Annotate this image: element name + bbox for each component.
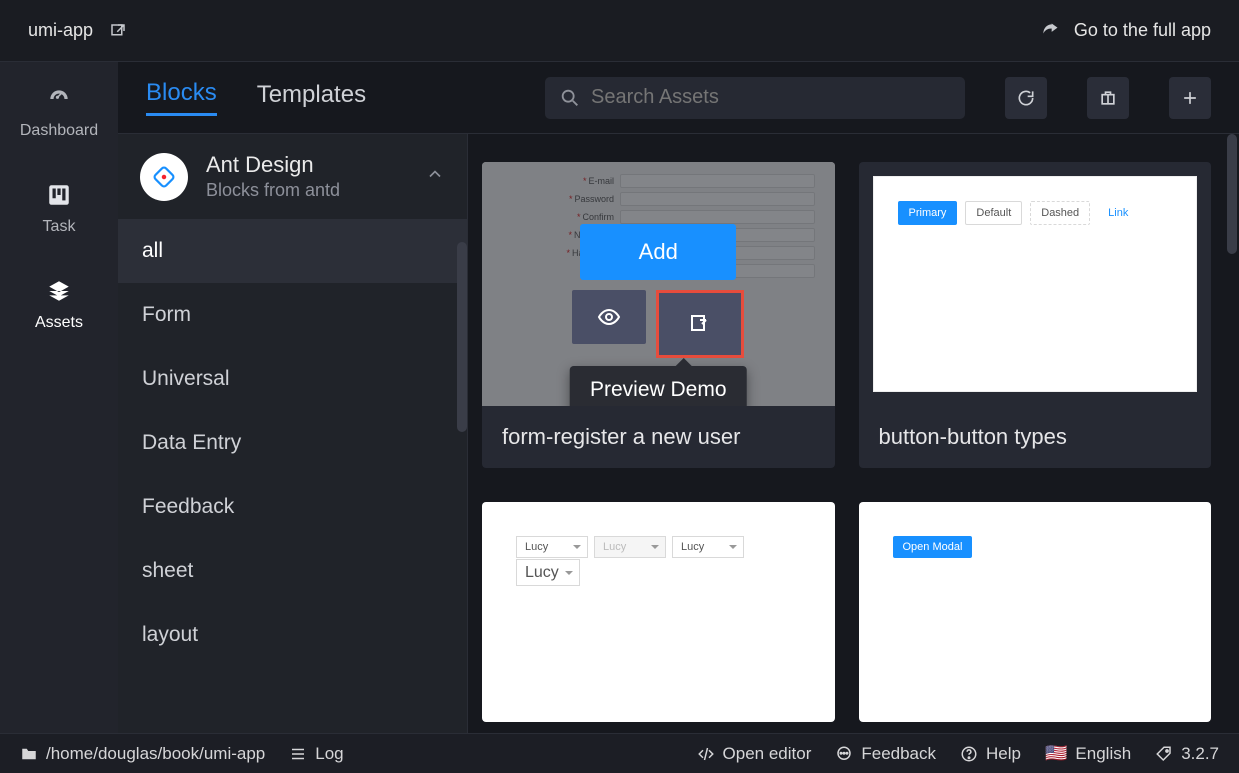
left-nav-rail: Dashboard Task Assets [0, 62, 118, 733]
gauge-icon [46, 86, 72, 112]
add-button[interactable] [1169, 77, 1211, 119]
package-icon [1098, 88, 1118, 108]
language-label: English [1075, 744, 1131, 764]
status-bar: /home/douglas/book/umi-app Log Open edit… [0, 733, 1239, 773]
asset-card[interactable]: E-mail Password Confirm Nickname Habitua… [482, 162, 835, 468]
refresh-icon [1016, 88, 1036, 108]
card-preview: Open Modal [859, 502, 1212, 722]
open-editor-button[interactable]: Open editor [697, 744, 812, 764]
preview-action-button[interactable] [572, 290, 646, 344]
status-path[interactable]: /home/douglas/book/umi-app [20, 744, 265, 764]
card-caption: form-register a new user [482, 406, 835, 468]
asset-card[interactable]: Open Modal [859, 502, 1212, 722]
status-log[interactable]: Log [289, 744, 343, 764]
tag-icon [1155, 745, 1173, 763]
source-subtitle: Blocks from antd [206, 180, 407, 201]
feedback-label: Feedback [861, 744, 936, 764]
category-all[interactable]: all [118, 219, 467, 283]
category-sheet[interactable]: sheet [118, 539, 467, 603]
version-badge[interactable]: 3.2.7 [1155, 744, 1219, 764]
category-form[interactable]: Form [118, 283, 467, 347]
tab-blocks[interactable]: Blocks [146, 79, 217, 116]
category-data-entry[interactable]: Data Entry [118, 411, 467, 475]
preview-button-default: Default [965, 201, 1022, 225]
language-selector[interactable]: 🇺🇸 English [1045, 743, 1131, 764]
go-full-app-link[interactable]: Go to the full app [1040, 20, 1211, 41]
eye-icon [597, 305, 621, 329]
add-block-button[interactable]: Add [580, 224, 736, 280]
card-preview: Primary Default Dashed Link [873, 176, 1198, 392]
card-caption: button-button types [859, 406, 1212, 468]
tab-templates[interactable]: Templates [257, 81, 366, 115]
chevron-up-icon[interactable] [425, 164, 445, 189]
preview-open-modal-button: Open Modal [893, 536, 973, 558]
preview-select: Lucy [516, 559, 580, 586]
external-link-icon [688, 312, 712, 336]
status-log-label: Log [315, 744, 343, 764]
flag-us-icon: 🇺🇸 [1045, 743, 1067, 764]
top-bar: umi-app Go to the full app [0, 0, 1239, 62]
version-text: 3.2.7 [1181, 744, 1219, 764]
main-area: Blocks Templates Ant Design Blocks from [118, 62, 1239, 733]
message-icon [835, 745, 853, 763]
category-layout[interactable]: layout [118, 603, 467, 667]
help-label: Help [986, 744, 1021, 764]
help-button[interactable]: Help [960, 744, 1021, 764]
preview-select: Lucy [672, 536, 744, 558]
rail-label: Dashboard [20, 122, 98, 140]
rail-label: Task [43, 218, 76, 236]
rail-item-dashboard[interactable]: Dashboard [0, 80, 118, 146]
rail-item-task[interactable]: Task [0, 176, 118, 242]
source-header[interactable]: Ant Design Blocks from antd [118, 134, 467, 219]
external-open-icon[interactable] [109, 22, 127, 40]
search-input[interactable] [591, 86, 951, 109]
category-panel: Ant Design Blocks from antd all Form Uni… [118, 134, 468, 733]
asset-card[interactable]: Primary Default Dashed Link button-butto… [859, 162, 1212, 468]
open-demo-button[interactable] [656, 290, 744, 358]
list-icon [289, 745, 307, 763]
refresh-button[interactable] [1005, 77, 1047, 119]
share-arrow-icon [1040, 21, 1060, 41]
antd-logo-icon [140, 153, 188, 201]
code-icon [697, 745, 715, 763]
card-preview: E-mail Password Confirm Nickname Habitua… [482, 162, 835, 406]
rail-label: Assets [35, 314, 83, 332]
assets-manage-button[interactable] [1087, 77, 1129, 119]
category-feedback[interactable]: Feedback [118, 475, 467, 539]
search-icon [559, 87, 581, 109]
rail-item-assets[interactable]: Assets [0, 272, 118, 338]
preview-button-primary: Primary [898, 201, 958, 225]
category-universal[interactable]: Universal [118, 347, 467, 411]
preview-button-dashed: Dashed [1030, 201, 1090, 225]
source-title: Ant Design [206, 152, 407, 178]
gallery-scrollbar[interactable] [1225, 134, 1239, 733]
tooltip: Preview Demo [570, 366, 747, 406]
status-path-text: /home/douglas/book/umi-app [46, 744, 265, 764]
panel-scrollbar-thumb[interactable] [457, 242, 467, 432]
help-icon [960, 745, 978, 763]
go-full-app-label: Go to the full app [1074, 20, 1211, 41]
plus-icon [1180, 88, 1200, 108]
folder-icon [20, 745, 38, 763]
app-name: umi-app [28, 20, 93, 41]
tabs-bar: Blocks Templates [118, 62, 1239, 134]
kanban-icon [46, 182, 72, 208]
card-preview: Lucy Lucy Lucy Lucy [482, 502, 835, 722]
preview-select-disabled: Lucy [594, 536, 666, 558]
preview-select: Lucy [516, 536, 588, 558]
search-box[interactable] [545, 77, 965, 119]
asset-card[interactable]: Lucy Lucy Lucy Lucy [482, 502, 835, 722]
assets-gallery: E-mail Password Confirm Nickname Habitua… [468, 134, 1239, 733]
open-editor-label: Open editor [723, 744, 812, 764]
layers-icon [46, 278, 72, 304]
feedback-button[interactable]: Feedback [835, 744, 936, 764]
gallery-scrollbar-thumb[interactable] [1227, 134, 1237, 254]
preview-button-link: Link [1098, 202, 1138, 224]
